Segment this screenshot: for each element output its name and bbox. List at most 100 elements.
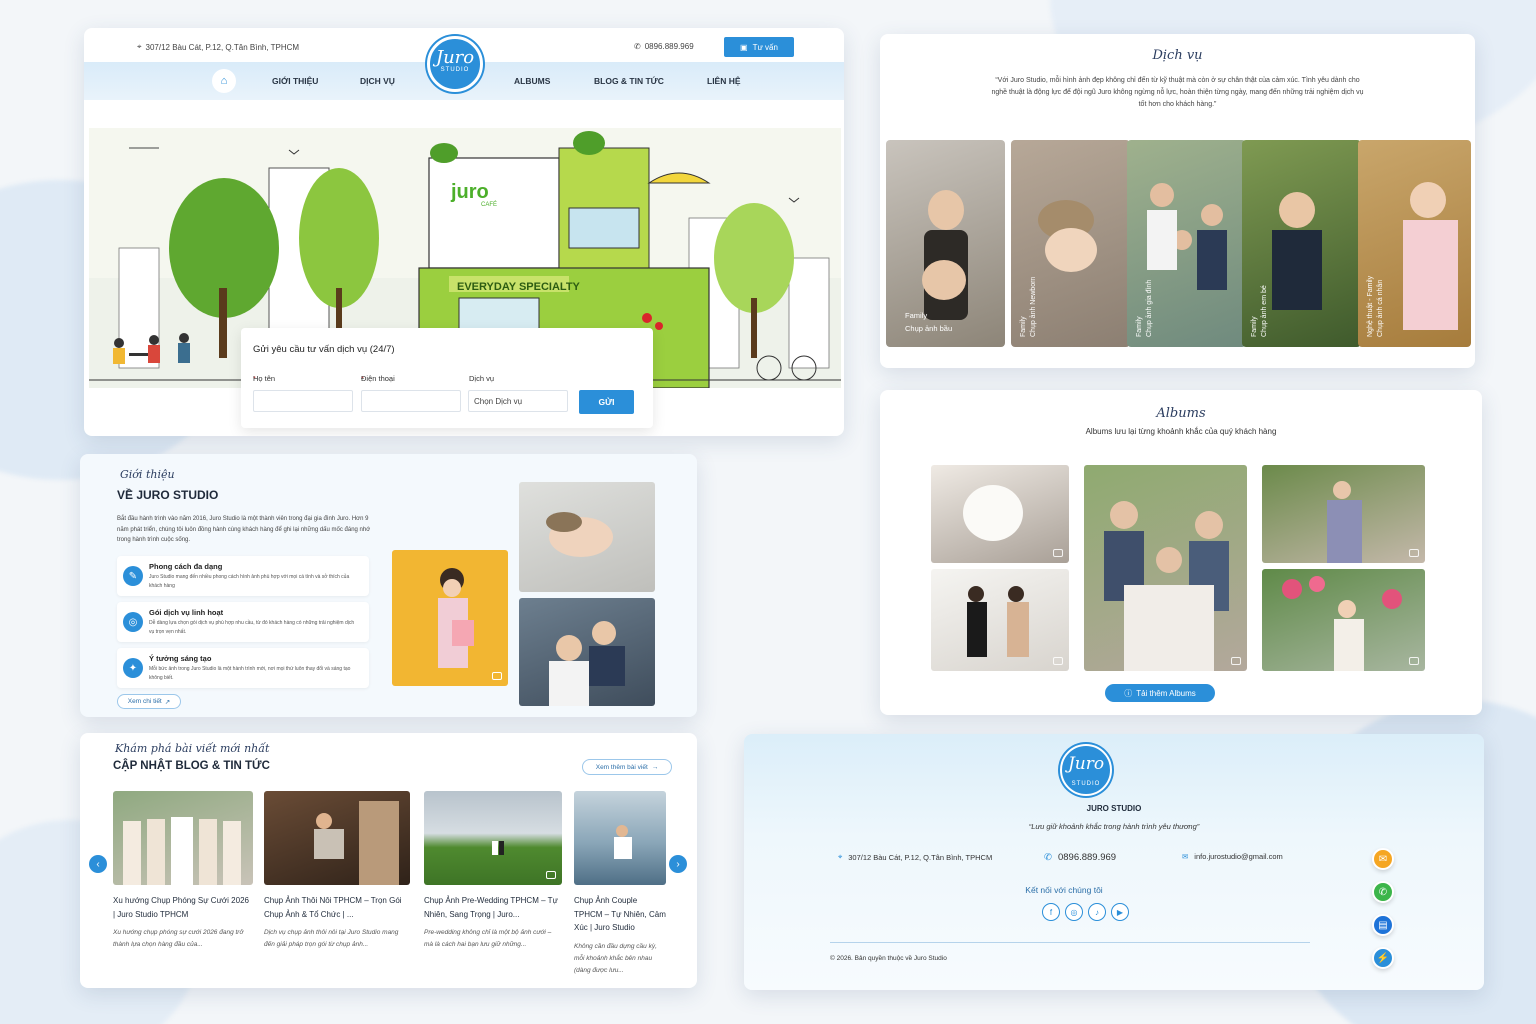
zalo-float-icon[interactable]: ▤ (1372, 914, 1394, 936)
services-panel: Dịch vụ “Với Juro Studio, mỗi hình ảnh đ… (880, 34, 1475, 368)
intro-paragraph: Bắt đầu hành trình vào năm 2016, Juro St… (117, 516, 371, 543)
consult-form: Gửi yêu cầu tư vấn dịch vụ (24/7) * Họ tê… (241, 328, 653, 428)
service-select[interactable]: Chọn Dịch vụ (468, 390, 568, 412)
phone-icon: ✆ (634, 42, 641, 51)
album-photo (1282, 576, 1402, 671)
chevron-left-icon[interactable]: ‹ (89, 855, 107, 873)
blog-post[interactable]: Chụp Ảnh Pre-Wedding TPHCM – Tự Nhiên, S… (424, 791, 562, 951)
post-thumbnail (424, 791, 562, 885)
nav-albums[interactable]: ALBUMS (514, 76, 550, 86)
view-more-posts-button[interactable]: Xem thêm bài viết → (582, 759, 672, 775)
blog-post[interactable]: Chụp Ảnh Thôi Nôi TPHCM – Trọn Gói Chụp … (264, 791, 410, 951)
messenger-float-icon[interactable]: ⚡ (1372, 947, 1394, 969)
footer-logo[interactable]: Juro STUDIO (1060, 744, 1112, 796)
view-details-button[interactable]: Xem chi tiết ↗ (117, 694, 181, 709)
intro-script-title: Giới thiệu (120, 468, 175, 481)
cafe-sign-sub: CAFÉ (481, 201, 497, 208)
album-photo (963, 485, 1023, 541)
blog-post[interactable]: Chụp Ảnh Couple TPHCM – Tự Nhiên, Cảm Xú… (574, 791, 666, 977)
tiktok-icon[interactable]: ♪ (1088, 903, 1106, 921)
footer-slogan: “Lưu giữ khoảnh khắc trong hành trình yê… (1028, 822, 1200, 831)
footer-divider (830, 942, 1310, 943)
cafe-sign: juro (450, 181, 489, 203)
nav-gioi-thieu[interactable]: GIỚI THIỆU (272, 76, 318, 86)
nav-lien-he[interactable]: LIÊN HỆ (707, 76, 741, 86)
location-icon: ⌖ (838, 852, 843, 861)
phone-float-icon[interactable]: ✆ (1372, 881, 1394, 903)
site-logo[interactable]: Juro STUDIO (427, 36, 483, 92)
footer-panel: Juro STUDIO JURO STUDIO “Lưu giữ khoảnh … (744, 734, 1484, 990)
album-couple-maternity[interactable] (931, 569, 1069, 671)
album-family[interactable] (1084, 465, 1247, 671)
youtube-icon[interactable]: ▶ (1111, 903, 1129, 921)
album-maternity[interactable] (1262, 465, 1425, 563)
form-title: Gửi yêu cầu tư vấn dịch vụ (24/7) (253, 344, 395, 355)
post-thumbnail (264, 791, 410, 885)
gallery-icon (1053, 549, 1063, 557)
gallery-icon (1409, 549, 1419, 557)
label-service: Dịch vụ (469, 374, 495, 383)
calendar-icon: ▣ (740, 42, 748, 52)
service-card-newborn[interactable]: Family Chụp ảnh Newborn (1011, 140, 1130, 347)
gallery-icon (546, 871, 556, 879)
intro-panel: Giới thiệu VỀ JURO STUDIO Bắt đầu hành t… (80, 454, 697, 717)
footer-phone[interactable]: ✆ 0896.889.969 (1044, 852, 1116, 863)
intro-photo-family (519, 598, 655, 706)
service-card-family[interactable]: Family Chụp ảnh gia đình (1127, 140, 1246, 347)
info-icon: ⓘ (1124, 688, 1133, 698)
specialty-sign: EVERYDAY SPECIALTY (457, 281, 581, 293)
style-icon: ✎ (123, 566, 143, 586)
name-field[interactable] (253, 390, 353, 412)
feature-item: ◎ Gói dịch vụ linh hoạt Dễ dàng lựa chọn… (117, 602, 369, 642)
mail-icon: ✉ (1182, 852, 1189, 861)
service-card-kid[interactable]: Family Chụp ảnh em bé (1242, 140, 1361, 347)
gallery-icon (1409, 657, 1419, 665)
gallery-icon (492, 672, 502, 680)
gallery-icon (1053, 657, 1063, 665)
nav-blog[interactable]: BLOG & TIN TỨC (594, 76, 664, 86)
albums-subtitle: Albums lưu lại từng khoảnh khắc của quý … (1085, 427, 1277, 436)
albums-script-title: Albums (1156, 406, 1206, 421)
service-card-bau[interactable]: Family Chụp ảnh bầu (886, 140, 1005, 347)
header-address: ⌖ 307/12 Bàu Cát, P.12, Q.Tân Bình, TPHC… (137, 42, 300, 52)
intro-title: VỀ JURO STUDIO (117, 488, 219, 502)
service-card-personal[interactable]: Nghệ thuật - Family Chụp ảnh cá nhân (1358, 140, 1471, 347)
album-newborn[interactable] (931, 465, 1069, 563)
album-photo (1327, 481, 1362, 563)
intro-photo-girl (392, 550, 508, 686)
feature-item: ✦ Ý tưởng sáng tạo Mỗi bức ảnh trong Jur… (117, 648, 369, 688)
services-quote: “Với Juro Studio, mỗi hình ảnh đẹp không… (991, 77, 1364, 108)
post-thumbnail (113, 791, 253, 885)
feature-item: ✎ Phong cách đa dạng Juro Studio mang đế… (117, 556, 369, 596)
services-script-title: Dịch vụ (1152, 48, 1203, 63)
header-phone[interactable]: ✆ 0896.889.969 (634, 42, 694, 51)
post-thumbnail (574, 791, 666, 885)
load-more-albums-button[interactable]: ⓘ Tải thêm Albums (1105, 684, 1215, 702)
albums-panel: Albums Albums lưu lại từng khoảnh khắc c… (880, 390, 1482, 715)
blog-title: CẬP NHẬT BLOG & TIN TỨC (113, 760, 270, 772)
email-float-icon[interactable]: ✉ (1372, 848, 1394, 870)
phone-field[interactable] (361, 390, 461, 412)
album-photo (967, 586, 1029, 657)
consult-button[interactable]: ▣ Tư vấn (724, 37, 794, 57)
blog-panel: Khám phá bài viết mới nhất CẬP NHẬT BLOG… (80, 733, 697, 988)
footer-connect-label: Kết nối với chúng tôi (1025, 885, 1103, 895)
nav-dich-vu[interactable]: DỊCH VỤ (360, 76, 395, 86)
arrow-right-icon: → (651, 763, 659, 771)
footer-email[interactable]: ✉ info.jurostudio@gmail.com (1182, 852, 1283, 861)
footer-address: ⌖ 307/12 Bàu Cát, P.12, Q.Tân Bình, TPHC… (838, 852, 993, 862)
intro-photo-baby (519, 482, 655, 592)
submit-button[interactable]: GỬI (579, 390, 634, 414)
blog-script-title: Khám phá bài viết mới nhất (115, 742, 270, 755)
gallery-icon (1231, 657, 1241, 665)
hero-panel: ⌖ 307/12 Bàu Cát, P.12, Q.Tân Bình, TPHC… (84, 28, 844, 436)
package-icon: ◎ (123, 612, 143, 632)
instagram-icon[interactable]: ◎ (1065, 903, 1083, 921)
album-flowers[interactable] (1262, 569, 1425, 671)
home-icon[interactable]: ⌂ (212, 69, 236, 93)
location-icon: ⌖ (137, 42, 142, 51)
chevron-right-icon[interactable]: › (669, 855, 687, 873)
blog-post[interactable]: Xu hướng Chụp Phóng Sự Cưới 2026 | Juro … (113, 791, 253, 951)
external-link-icon: ↗ (164, 698, 171, 706)
facebook-icon[interactable]: f (1042, 903, 1060, 921)
